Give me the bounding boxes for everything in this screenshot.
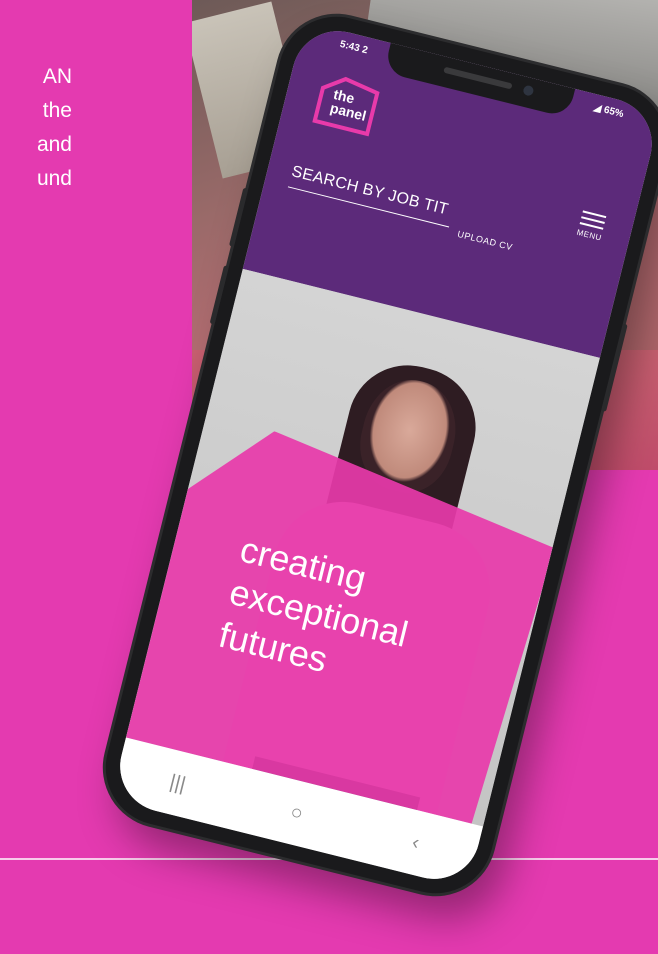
camera-icon: [522, 84, 535, 97]
home-icon[interactable]: ○: [275, 797, 319, 829]
intro-line: and: [36, 133, 72, 156]
speaker-grille: [443, 66, 513, 90]
upload-cv-link[interactable]: UPLOAD CV: [456, 229, 513, 252]
intro-line: und: [36, 167, 72, 190]
menu-button[interactable]: MENU: [571, 205, 613, 244]
back-icon[interactable]: ‹: [394, 827, 438, 859]
recents-icon[interactable]: |||: [156, 767, 200, 799]
status-time: 5:43 2: [338, 38, 369, 57]
intro-text: AN the and und: [0, 60, 192, 196]
job-title-search-input[interactable]: SEARCH BY JOB TIT: [287, 163, 455, 228]
the-panel-logo[interactable]: the panel: [310, 69, 384, 138]
intro-line: AN: [42, 65, 72, 88]
intro-line: the: [42, 99, 72, 122]
status-battery: ◢ 65%: [592, 102, 625, 121]
